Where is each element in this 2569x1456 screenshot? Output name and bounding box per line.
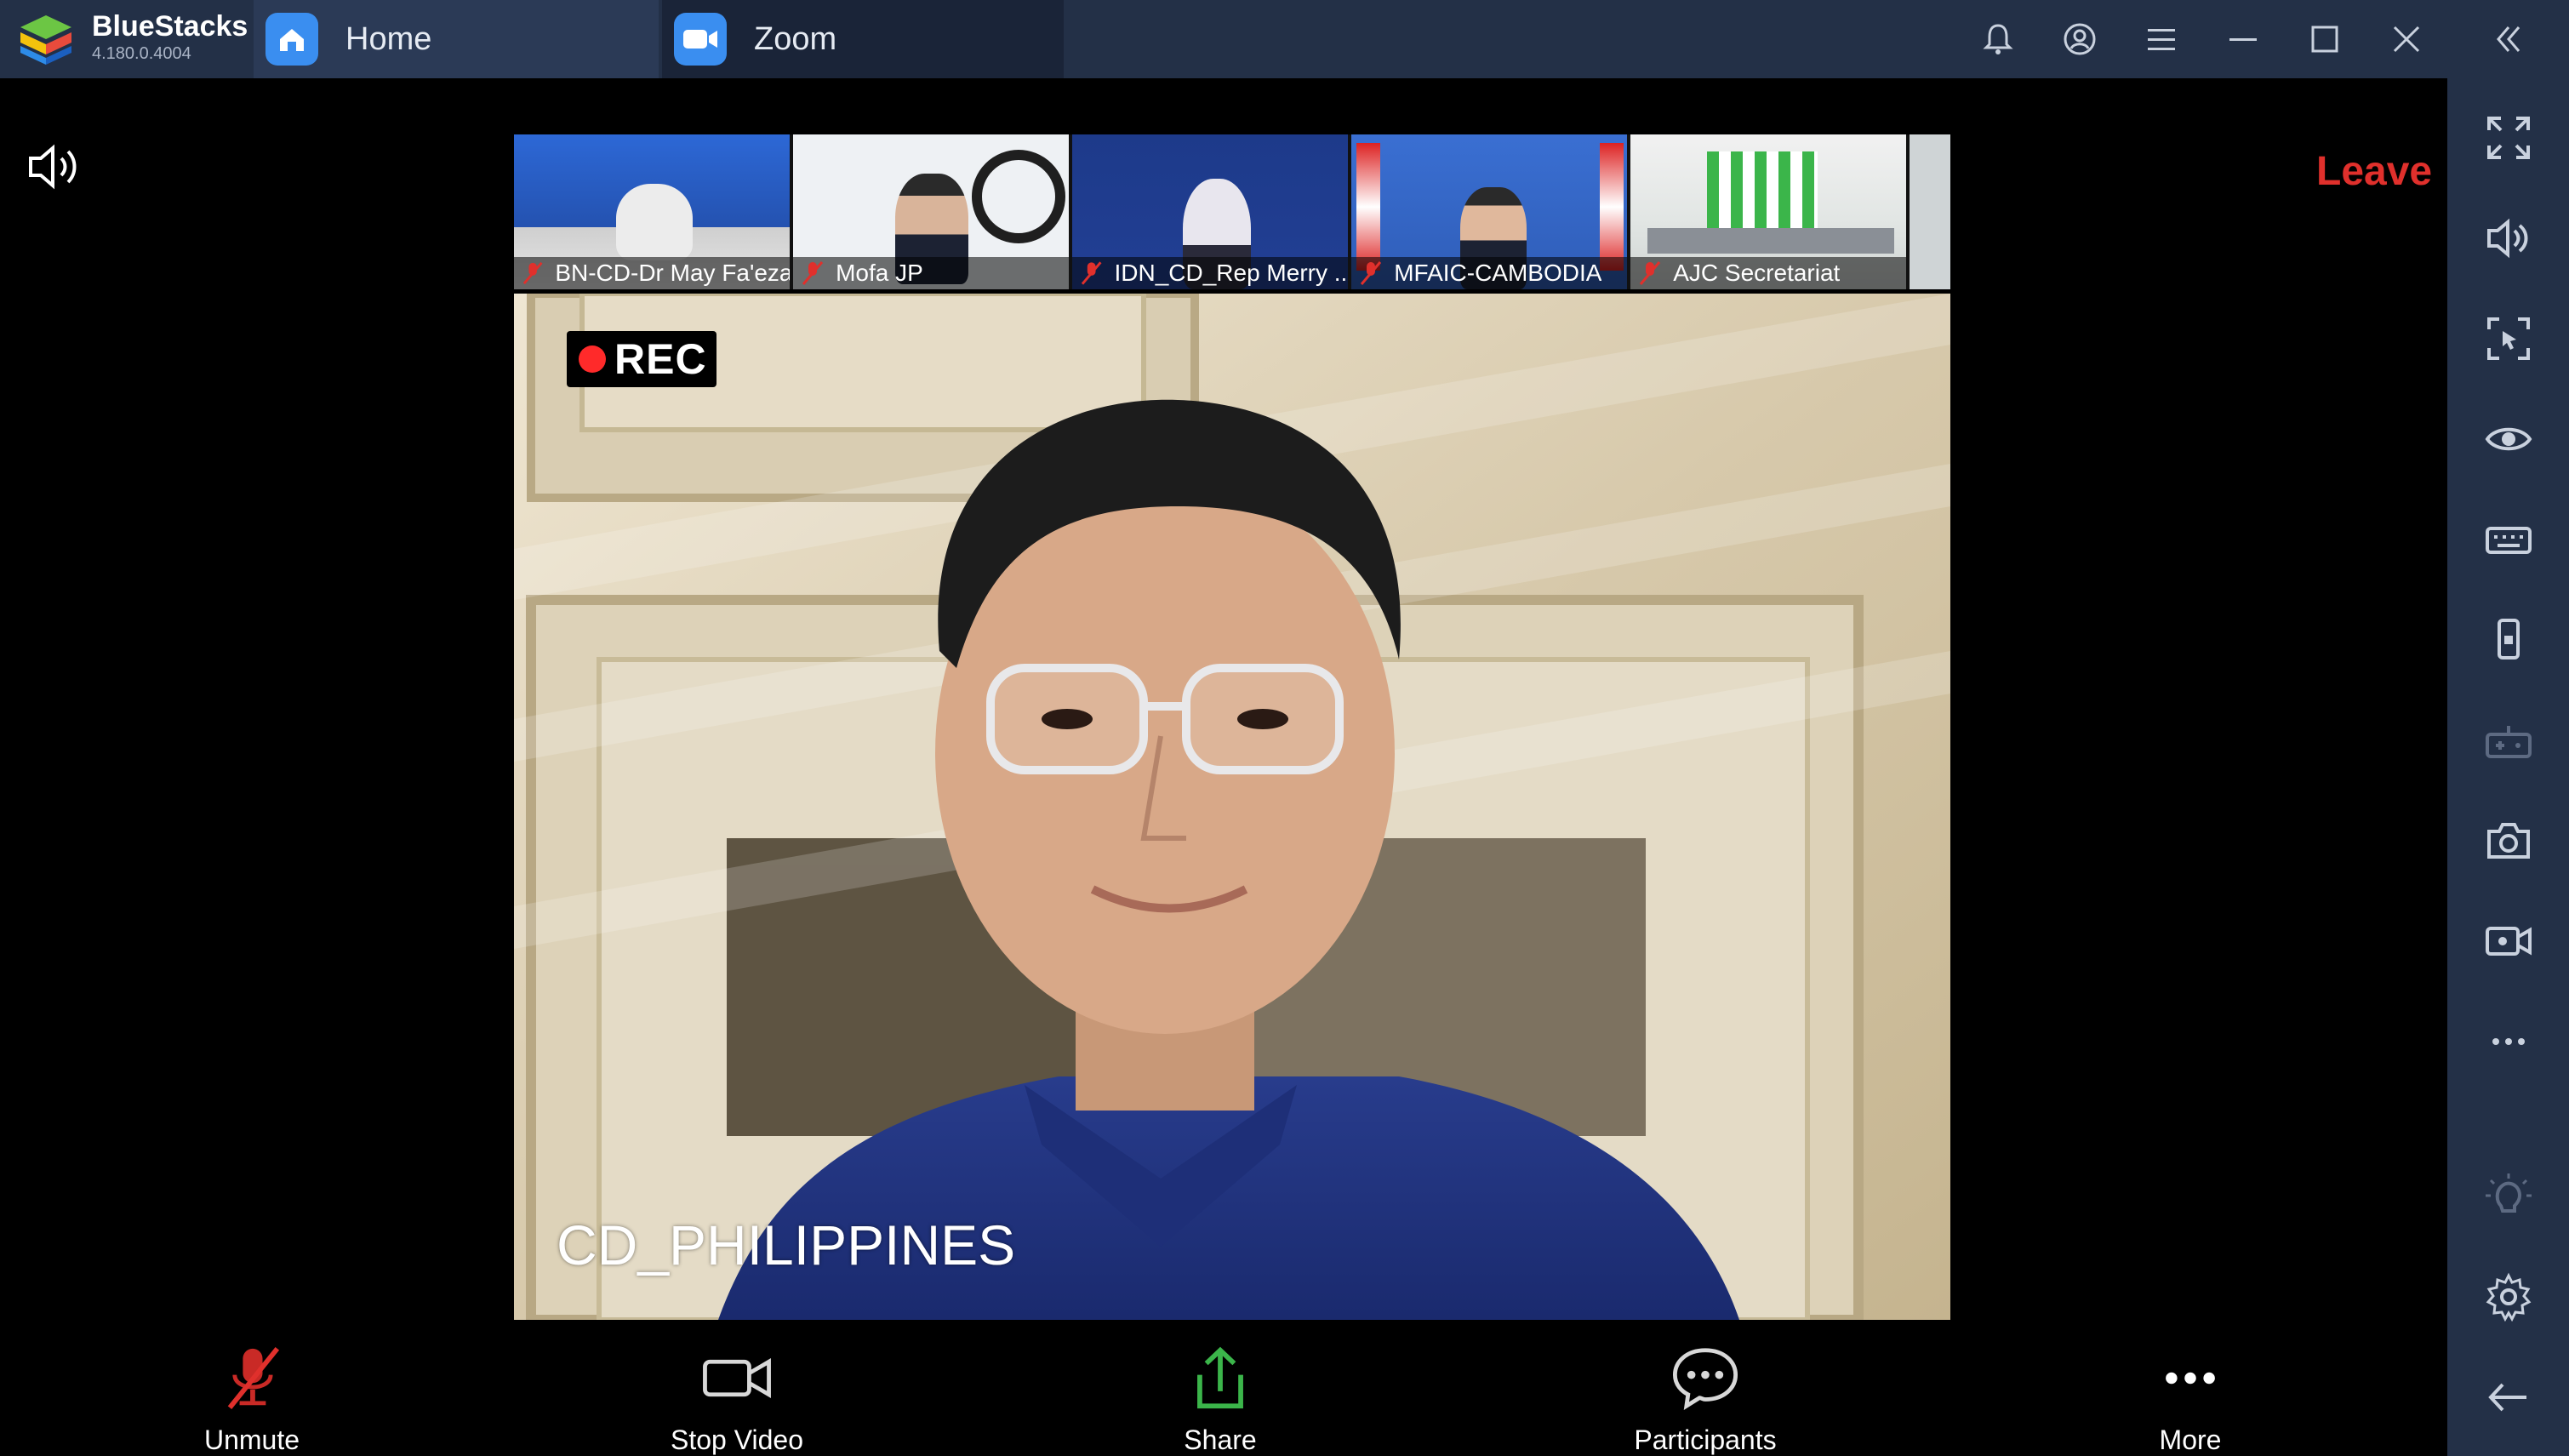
- keyboard-icon[interactable]: [2447, 497, 2569, 582]
- bluestacks-sidebar: [2447, 78, 2569, 1456]
- unmute-label: Unmute: [203, 1425, 300, 1455]
- brightness-icon[interactable]: [2447, 1154, 2569, 1239]
- participant-thumbnail-japan[interactable]: Mofa JP: [793, 134, 1070, 289]
- home-icon: [265, 13, 318, 66]
- more-button[interactable]: More: [2063, 1320, 2318, 1456]
- app-name: BlueStacks: [92, 10, 248, 43]
- zoom-meeting-area: Leave BN-CD-Dr May Fa'ezah Mofa JP IDN_C…: [0, 78, 2447, 1456]
- zoom-camera-icon: [674, 13, 727, 66]
- muted-mic-icon: [1640, 261, 1661, 285]
- phone-rotate-icon[interactable]: [2447, 597, 2569, 682]
- active-speaker-name: CD_PHILIPPINES: [557, 1213, 1016, 1276]
- recording-dot-icon: [579, 345, 606, 373]
- tab-zoom-label: Zoom: [754, 20, 837, 57]
- participant-thumbnail-brunei[interactable]: BN-CD-Dr May Fa'ezah: [514, 134, 791, 289]
- cursor-lock-icon[interactable]: [2447, 296, 2569, 381]
- stop-video-label: Stop Video: [671, 1425, 803, 1455]
- stop-video-button[interactable]: Stop Video: [609, 1320, 865, 1456]
- participant-thumbnail-ajc[interactable]: AJC Secretariat: [1630, 134, 1907, 289]
- account-icon[interactable]: [2039, 0, 2121, 78]
- video-record-icon[interactable]: [2447, 899, 2569, 984]
- close-icon[interactable]: [2366, 0, 2447, 78]
- tab-home-label: Home: [345, 20, 432, 57]
- participant-name: BN-CD-Dr May Fa'ezah: [555, 260, 791, 286]
- participants-button[interactable]: Participants: [1578, 1320, 1833, 1456]
- volume-icon[interactable]: [2447, 196, 2569, 281]
- active-speaker-video: REC CD_PHILIPPINES: [514, 294, 1950, 1320]
- share-button[interactable]: Share: [1093, 1320, 1348, 1456]
- speaker-icon[interactable]: [26, 141, 88, 192]
- bell-icon[interactable]: [1957, 0, 2039, 78]
- tab-zoom[interactable]: Zoom: [662, 0, 1064, 78]
- participant-name: AJC Secretariat: [1673, 260, 1841, 286]
- share-label: Share: [1184, 1425, 1257, 1455]
- participant-name: MFAIC-CAMBODIA: [1394, 260, 1602, 286]
- participant-thumbnail-partial[interactable]: [1910, 134, 1951, 289]
- chat-bubble-icon: [1672, 1348, 1738, 1411]
- muted-mic-icon: [227, 1347, 280, 1409]
- bluestacks-titlebar: BlueStacks 4.180.0.4004 Home Zoom: [0, 0, 2569, 78]
- participant-strip: BN-CD-Dr May Fa'ezah Mofa JP IDN_CD_Rep …: [514, 134, 1951, 289]
- participant-name: Mofa JP: [836, 260, 923, 286]
- gamepad-icon[interactable]: [2447, 698, 2569, 783]
- tab-home[interactable]: Home: [254, 0, 659, 78]
- bluestacks-logo-icon: [20, 15, 71, 65]
- participant-name: IDN_CD_Rep Merry ...: [1114, 260, 1349, 286]
- muted-mic-icon: [802, 261, 824, 285]
- eye-icon[interactable]: [2447, 397, 2569, 482]
- participant-thumbnail-cambodia[interactable]: MFAIC-CAMBODIA: [1351, 134, 1628, 289]
- maximize-icon[interactable]: [2284, 0, 2366, 78]
- more-label: More: [2159, 1425, 2222, 1455]
- settings-icon[interactable]: [2447, 1254, 2569, 1339]
- leave-button[interactable]: Leave: [2316, 148, 2432, 195]
- recording-indicator: REC: [567, 331, 716, 387]
- meeting-toolbar: Unmute Stop Video Share Participants Mor…: [0, 1320, 2447, 1456]
- video-camera-icon: [703, 1358, 771, 1398]
- participant-thumbnail-indonesia[interactable]: IDN_CD_Rep Merry ...: [1072, 134, 1349, 289]
- muted-mic-icon: [522, 261, 543, 285]
- participants-label: Participants: [1634, 1425, 1777, 1455]
- muted-mic-icon: [1081, 261, 1102, 285]
- more-dots-icon: [2166, 1372, 2215, 1385]
- more-icon[interactable]: [2447, 999, 2569, 1084]
- minimize-icon[interactable]: [2202, 0, 2284, 78]
- fullscreen-icon[interactable]: [2447, 95, 2569, 180]
- camera-icon[interactable]: [2447, 798, 2569, 883]
- muted-mic-icon: [1361, 261, 1382, 285]
- unmute-button[interactable]: Unmute: [124, 1320, 380, 1456]
- app-version: 4.180.0.4004: [92, 44, 191, 63]
- recording-label: REC: [614, 335, 707, 383]
- speaker-video-frame: [514, 294, 1950, 1320]
- titlebar-controls: [1957, 0, 2569, 78]
- share-icon: [1197, 1346, 1243, 1409]
- menu-icon[interactable]: [2121, 0, 2202, 78]
- collapse-sidebar-icon[interactable]: [2447, 0, 2569, 78]
- back-icon[interactable]: [2447, 1355, 2569, 1440]
